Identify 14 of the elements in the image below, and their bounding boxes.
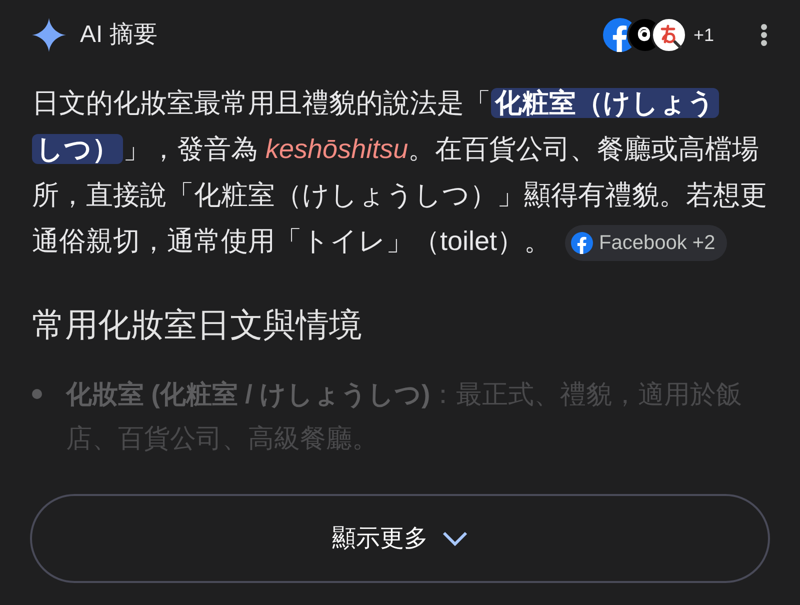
section-heading: 常用化妝室日文與情境 [31, 305, 363, 345]
facebook-logo-icon [571, 232, 594, 254]
chevron-down-icon [442, 530, 468, 546]
highlighted-phrase[interactable]: しつ） [32, 134, 123, 164]
more-options-icon[interactable] [760, 23, 768, 47]
highlighted-phrase[interactable]: 化粧室（けしょう [491, 88, 719, 118]
show-more-button[interactable]: 顯示更多 [30, 494, 770, 583]
source-avatars[interactable] [601, 16, 688, 54]
citation-chip[interactable]: Facebook +2 [565, 224, 728, 261]
summary-paragraph: 日文的化妝室最常用且禮貌的說法是「化粧室（けしょう しつ）」，發音為 keshōshitsu。在百貨公司、餐廳或高檔場所，直接說「化粧室（けしょうしつ）」顯得有禮貌。若想更通俗親切，通常使用「トイレ」（toilet）。 Facebook +2 [0, 70, 800, 264]
more-sources-count: +1 [693, 24, 714, 46]
sparkle-icon [32, 18, 66, 52]
site-logo-icon [651, 17, 688, 53]
summary-title: AI 摘要 [80, 20, 158, 50]
